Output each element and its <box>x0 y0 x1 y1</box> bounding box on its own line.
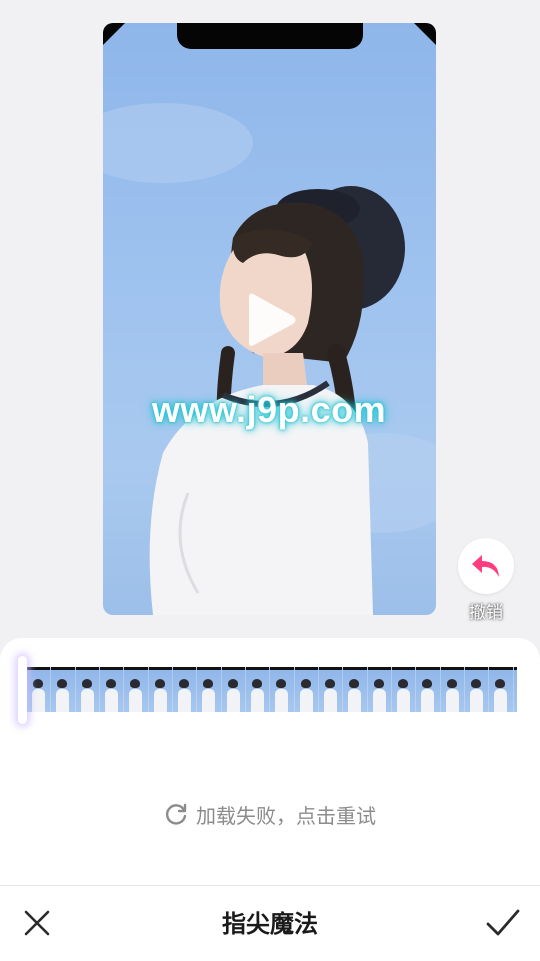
filmstrip-frame <box>294 667 319 712</box>
bottom-action-bar: 指尖魔法 <box>0 885 540 961</box>
filmstrip-frame <box>75 667 100 712</box>
filmstrip-frame <box>343 667 368 712</box>
timeline-filmstrip[interactable] <box>27 667 517 712</box>
filmstrip-frame <box>99 667 125 712</box>
checkmark-icon[interactable] <box>485 907 521 939</box>
watermark-text: www.j9p.com <box>151 389 387 430</box>
filmstrip-frame <box>367 667 392 712</box>
play-icon[interactable] <box>239 288 303 352</box>
timeline-playhead-handle[interactable] <box>18 656 27 724</box>
undo-label: 撤销 <box>469 603 503 623</box>
filmstrip-frame <box>221 667 246 712</box>
filmstrip-frame <box>391 667 417 712</box>
video-preview[interactable]: www.j9p.com <box>103 23 436 615</box>
undo-arrow-icon <box>472 555 499 577</box>
filmstrip-frame <box>124 667 149 712</box>
filmstrip-frame <box>245 667 271 712</box>
retry-text: 加载失败，点击重试 <box>196 803 376 828</box>
undo-button[interactable] <box>458 538 514 594</box>
retry-load-button[interactable]: 加载失败，点击重试 <box>0 798 540 830</box>
filmstrip-frame <box>270 667 295 712</box>
filmstrip-frame <box>489 667 514 712</box>
filmstrip-frame <box>440 667 465 712</box>
phone-notch <box>177 23 363 49</box>
filmstrip-frame <box>513 667 517 712</box>
filmstrip-frame <box>148 667 173 712</box>
filmstrip-frame <box>51 667 76 712</box>
filmstrip-frame <box>27 667 52 712</box>
filmstrip-frame <box>416 667 441 712</box>
refresh-icon <box>165 803 187 825</box>
filmstrip-frame <box>318 667 344 712</box>
filmstrip-frame <box>464 667 490 712</box>
page-title: 指尖魔法 <box>222 910 318 938</box>
filmstrip-frame <box>197 667 222 712</box>
filmstrip-frame <box>172 667 198 712</box>
undo-control[interactable]: 撤销 <box>458 538 514 623</box>
